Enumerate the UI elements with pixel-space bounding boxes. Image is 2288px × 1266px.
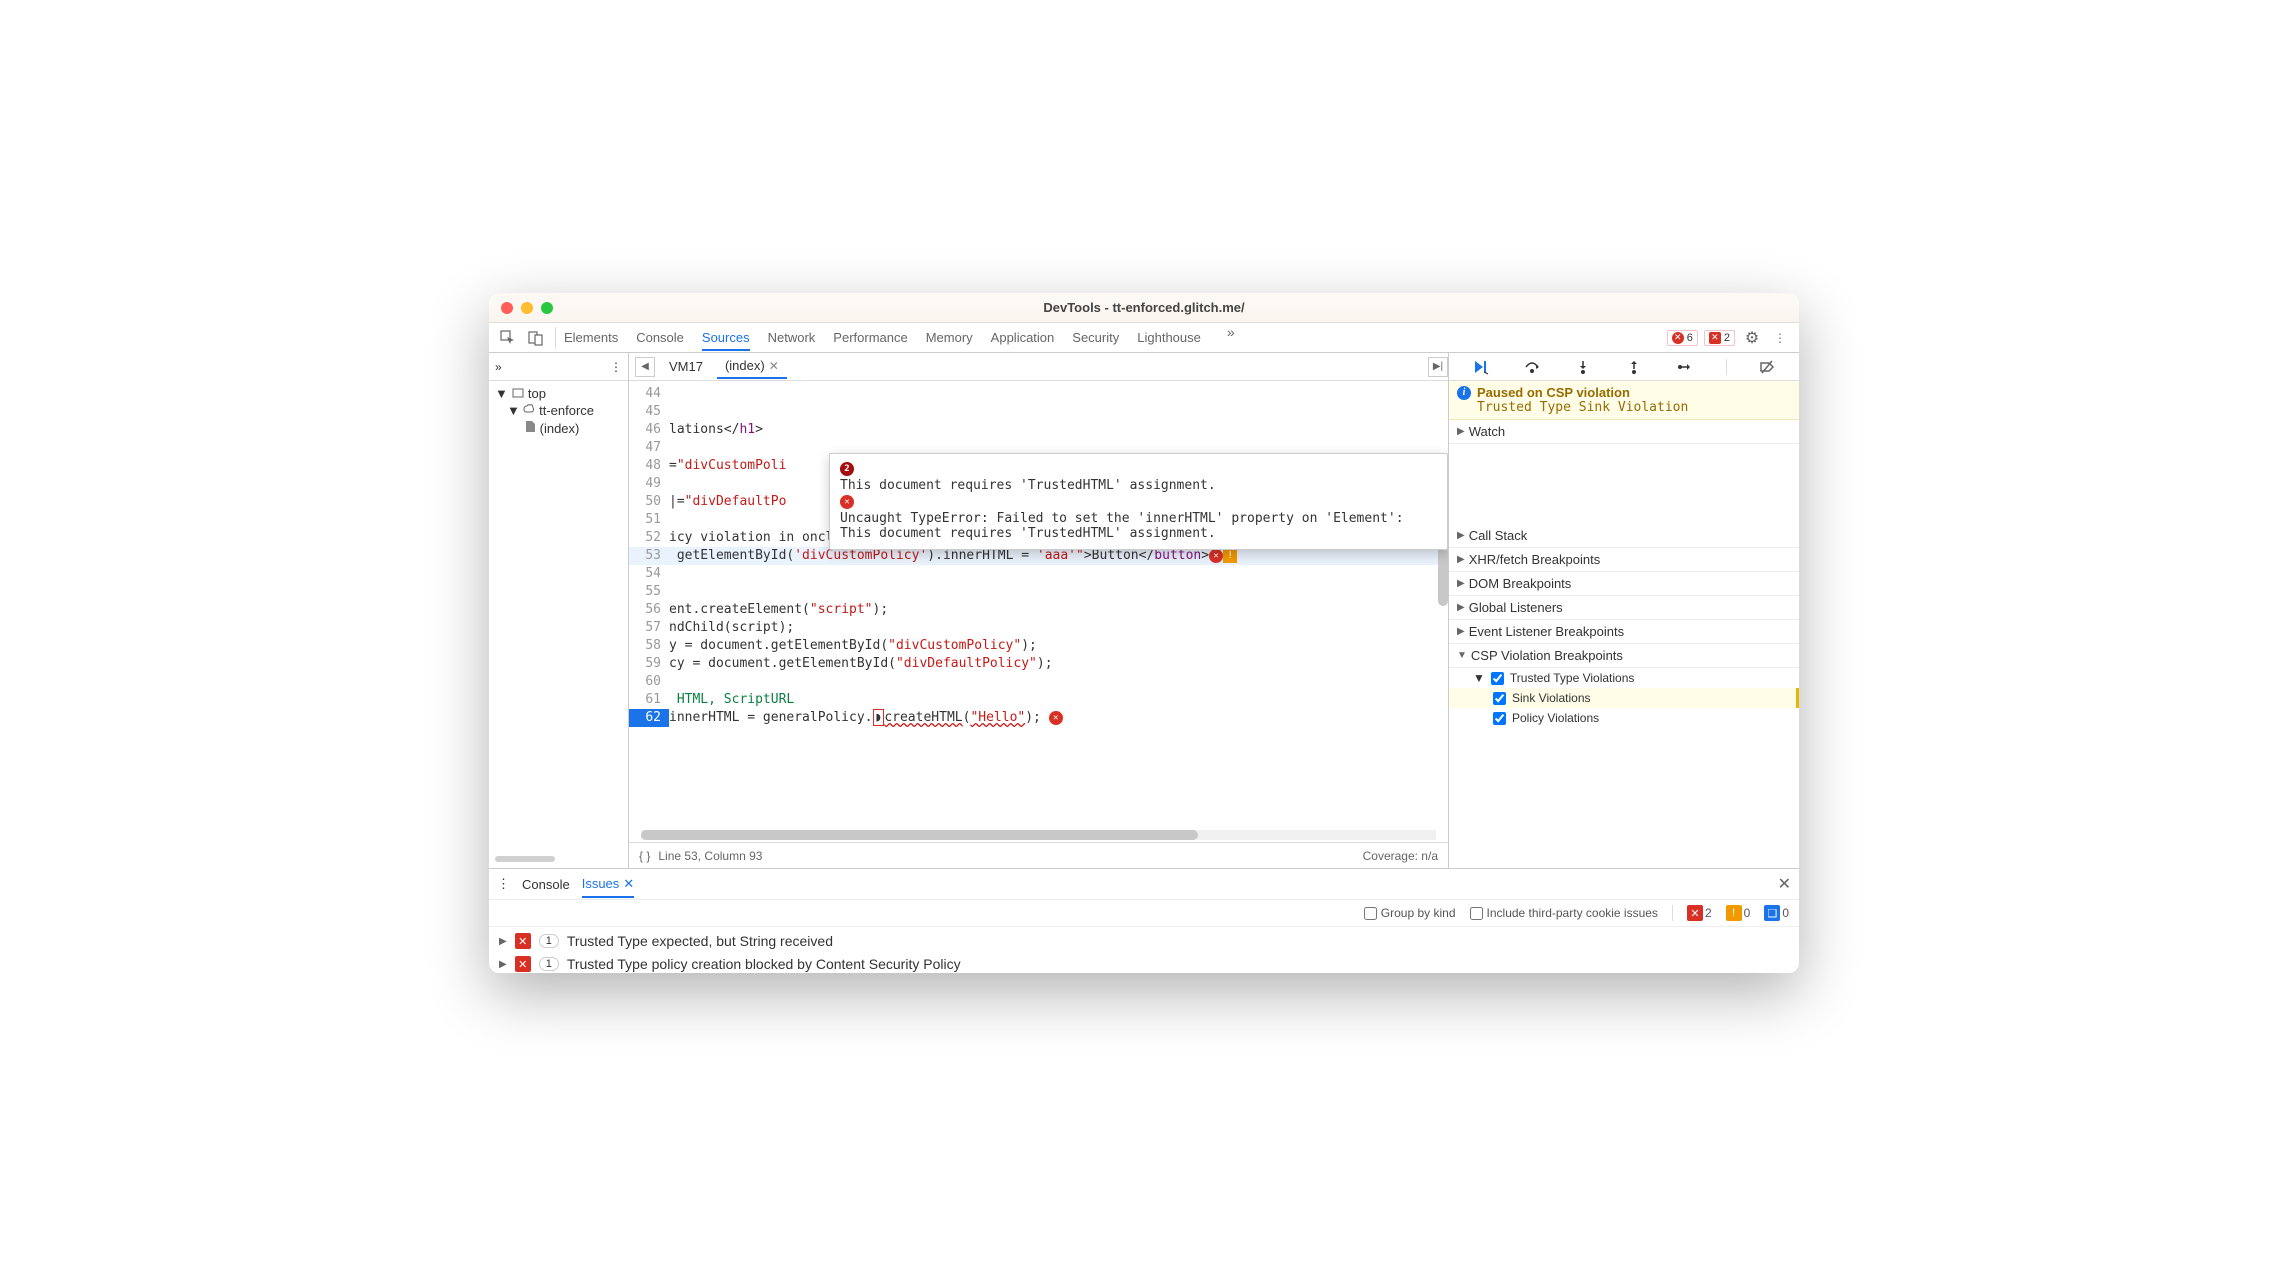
issue-icon: ✕ — [1709, 332, 1721, 344]
drawer-menu-icon[interactable]: ⋮ — [497, 876, 510, 892]
issue-row-1[interactable]: ▶ ✕ 1 Trusted Type expected, but String … — [489, 927, 1799, 955]
tab-application[interactable]: Application — [991, 324, 1055, 351]
step-icon[interactable] — [1675, 356, 1697, 378]
drawer-tab-issues[interactable]: Issues✕ — [582, 870, 634, 898]
error-marker-icon[interactable]: ✕ — [1049, 711, 1063, 725]
issue-count: 1 — [539, 934, 559, 948]
csp-trusted[interactable]: ▼Trusted Type Violations — [1449, 668, 1799, 688]
pretty-print-icon[interactable]: { } — [639, 849, 650, 863]
tab-elements[interactable]: Elements — [564, 324, 618, 351]
editor-footer: { } Line 53, Column 93 Coverage: n/a — [629, 842, 1448, 868]
nav-fwd-icon[interactable]: ▶| — [1428, 357, 1448, 377]
coverage-label: Coverage: n/a — [1363, 849, 1438, 863]
editor-pane: ◀ VM17 (index)✕ ▶| 44 45 46lations</h1> … — [629, 353, 1449, 868]
issues-err-count[interactable]: ✕2 — [1687, 905, 1712, 921]
issue-title: Trusted Type policy creation blocked by … — [567, 956, 961, 972]
csp-policy[interactable]: Policy Violations — [1449, 708, 1799, 728]
nav-menu-icon[interactable]: ⋮ — [610, 360, 622, 374]
sources-content: » ⋮ ▼ top ▼ tt-enforce (index) ◀ VM17 (i… — [489, 353, 1799, 868]
exec-line-62: 62innerHTML = generalPolicy.◗createHTML(… — [629, 709, 1448, 727]
third-party-cookies[interactable]: Include third-party cookie issues — [1470, 906, 1658, 920]
section-xhr[interactable]: ▶XHR/fetch Breakpoints — [1449, 548, 1799, 572]
tooltip-line2: Uncaught TypeError: Failed to set the 'i… — [840, 511, 1437, 541]
editor-tab-index[interactable]: (index)✕ — [717, 354, 787, 379]
panel-tabs: Elements Console Sources Network Perform… — [564, 324, 1667, 351]
tab-security[interactable]: Security — [1072, 324, 1119, 351]
error-tooltip: 2 This document requires 'TrustedHTML' a… — [829, 453, 1448, 550]
deactivate-bp-icon[interactable] — [1756, 356, 1778, 378]
error-badge[interactable]: ✕6 — [1667, 330, 1698, 346]
tooltip-error-icon: ✕ — [840, 495, 854, 509]
issue-error-icon: ✕ — [515, 933, 531, 949]
gear-icon[interactable]: ⚙ — [1741, 327, 1763, 349]
error-icon: ✕ — [1672, 332, 1684, 344]
kebab-icon[interactable]: ⋮ — [1769, 327, 1791, 349]
section-callstack[interactable]: ▶Call Stack — [1449, 524, 1799, 548]
issue-badge[interactable]: ✕2 — [1704, 330, 1735, 346]
tab-console[interactable]: Console — [636, 324, 684, 351]
paused-banner: iPaused on CSP violation Trusted Type Si… — [1449, 381, 1799, 420]
section-event[interactable]: ▶Event Listener Breakpoints — [1449, 620, 1799, 644]
titlebar: DevTools - tt-enforced.glitch.me/ — [489, 293, 1799, 323]
trusted-checkbox[interactable] — [1491, 672, 1504, 685]
resume-icon[interactable] — [1470, 356, 1492, 378]
csp-sink[interactable]: Sink Violations — [1449, 688, 1799, 708]
more-tabs-icon[interactable]: » — [1219, 324, 1243, 351]
tab-sources[interactable]: Sources — [702, 324, 750, 351]
issue-row-2[interactable]: ▶ ✕ 1 Trusted Type policy creation block… — [489, 955, 1799, 973]
drawer-close-icon[interactable]: ✕ — [1778, 874, 1791, 894]
devtools-window: DevTools - tt-enforced.glitch.me/ Elemen… — [489, 293, 1799, 973]
tooltip-count-icon: 2 — [840, 462, 854, 476]
warn-marker-icon[interactable]: ! — [1223, 549, 1237, 563]
device-icon[interactable] — [525, 327, 547, 349]
tab-network[interactable]: Network — [768, 324, 816, 351]
section-global[interactable]: ▶Global Listeners — [1449, 596, 1799, 620]
code-editor[interactable]: 44 45 46lations</h1> 47 48="divCustomPol… — [629, 381, 1448, 828]
tooltip-line1: This document requires 'TrustedHTML' ass… — [840, 478, 1216, 493]
issue-error-icon: ✕ — [515, 956, 531, 972]
section-dom[interactable]: ▶DOM Breakpoints — [1449, 572, 1799, 596]
step-into-icon[interactable] — [1572, 356, 1594, 378]
editor-scrollbar-v[interactable] — [1438, 546, 1448, 606]
issue-title: Trusted Type expected, but String receiv… — [567, 933, 833, 949]
error-marker-icon[interactable]: ✕ — [1209, 549, 1223, 563]
debugger-pane: iPaused on CSP violation Trusted Type Si… — [1449, 353, 1799, 868]
issues-toolbar: Group by kind Include third-party cookie… — [489, 899, 1799, 927]
group-by-kind[interactable]: Group by kind — [1364, 906, 1456, 920]
section-watch[interactable]: ▶Watch — [1449, 420, 1799, 444]
sidebar-scrollbar[interactable] — [495, 856, 555, 862]
window-title: DevTools - tt-enforced.glitch.me/ — [489, 300, 1799, 315]
tab-memory[interactable]: Memory — [926, 324, 973, 351]
info-icon: i — [1457, 386, 1471, 400]
cursor-position: Line 53, Column 93 — [658, 849, 762, 863]
inspect-icon[interactable] — [497, 327, 519, 349]
issues-info-count[interactable]: ❑0 — [1764, 905, 1789, 921]
tab-performance[interactable]: Performance — [833, 324, 907, 351]
editor-tab-vm[interactable]: VM17 — [661, 355, 711, 378]
drawer-tab-console[interactable]: Console — [522, 871, 570, 898]
editor-scrollbar-h[interactable] — [641, 830, 1436, 840]
policy-checkbox[interactable] — [1493, 712, 1506, 725]
tree-file[interactable]: (index) — [495, 419, 622, 437]
tree-origin[interactable]: ▼ tt-enforce — [495, 402, 622, 419]
section-csp[interactable]: ▼CSP Violation Breakpoints — [1449, 644, 1799, 668]
step-out-icon[interactable] — [1623, 356, 1645, 378]
debugger-toolbar — [1449, 353, 1799, 381]
nav-back-icon[interactable]: ◀ — [635, 357, 655, 377]
close-issues-icon[interactable]: ✕ — [623, 876, 634, 892]
step-over-icon[interactable] — [1521, 356, 1543, 378]
issue-count: 1 — [539, 957, 559, 971]
tab-lighthouse[interactable]: Lighthouse — [1137, 324, 1201, 351]
drawer: ⋮ Console Issues✕ ✕ Group by kind Includ… — [489, 868, 1799, 973]
main-toolbar: Elements Console Sources Network Perform… — [489, 323, 1799, 353]
issues-warn-count[interactable]: !0 — [1726, 905, 1751, 921]
sink-checkbox[interactable] — [1493, 692, 1506, 705]
close-tab-icon[interactable]: ✕ — [769, 359, 779, 373]
more-nav-icon[interactable]: » — [495, 360, 502, 374]
tree-top[interactable]: ▼ top — [495, 385, 622, 402]
navigator-pane: » ⋮ ▼ top ▼ tt-enforce (index) — [489, 353, 629, 868]
